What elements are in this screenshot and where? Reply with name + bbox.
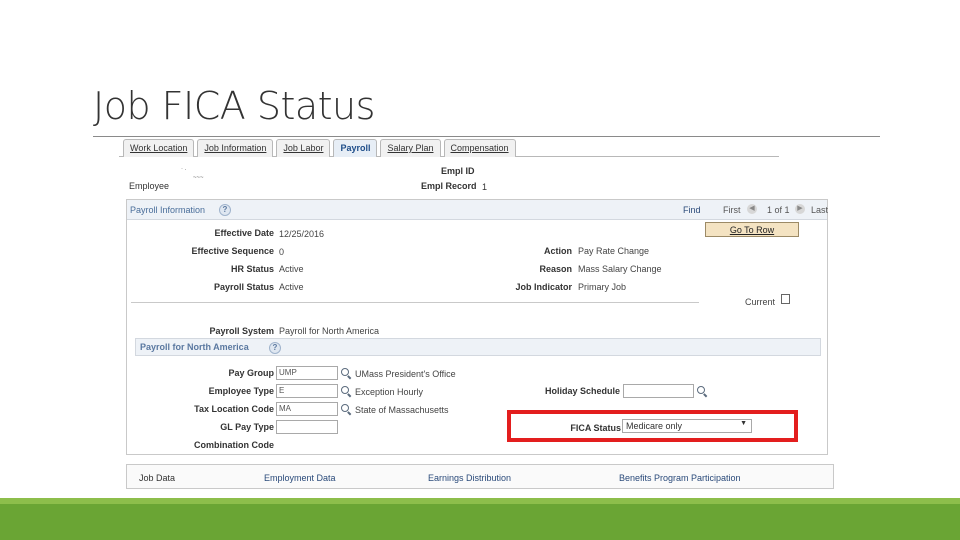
tab-bar: Work Location Job Information Job Labor … bbox=[123, 139, 519, 157]
panel-header: Payroll Information ? Find First ◀ 1 of … bbox=[127, 200, 828, 220]
peoplesoft-screenshot: Work Location Job Information Job Labor … bbox=[119, 139, 837, 492]
lookup-icon[interactable] bbox=[341, 404, 352, 415]
effective-date-label: Effective Date bbox=[214, 228, 274, 238]
first-link[interactable]: First bbox=[723, 205, 741, 215]
effective-sequence-label: Effective Sequence bbox=[191, 246, 274, 256]
bottom-band bbox=[0, 504, 960, 540]
payroll-system-label: Payroll System bbox=[209, 326, 274, 336]
emplid-label: Empl ID bbox=[441, 166, 475, 176]
holiday-schedule-input[interactable] bbox=[623, 384, 694, 398]
find-link[interactable]: Find bbox=[683, 205, 701, 215]
employee-type-label: Employee Type bbox=[208, 386, 274, 396]
holiday-schedule-label: Holiday Schedule bbox=[544, 386, 620, 396]
job-indicator-value: Primary Job bbox=[578, 282, 627, 292]
job-indicator-label: Job Indicator bbox=[515, 282, 572, 292]
divider bbox=[131, 302, 699, 303]
hr-status-value: Active bbox=[279, 264, 304, 274]
lookup-icon[interactable] bbox=[341, 368, 352, 379]
combination-code-label: Combination Code bbox=[194, 440, 274, 450]
highlight-box bbox=[507, 410, 798, 442]
pay-group-input[interactable]: UMP bbox=[276, 366, 338, 380]
panel-title: Payroll Information bbox=[130, 205, 206, 215]
button-label: Go To Row bbox=[729, 225, 775, 235]
tax-location-code-label: Tax Location Code bbox=[194, 404, 274, 414]
lookup-icon[interactable] bbox=[341, 386, 352, 397]
tab-label: Job Information bbox=[204, 143, 267, 153]
previous-arrow-icon[interactable]: ◀ bbox=[747, 204, 757, 214]
pager-text: 1 of 1 bbox=[767, 205, 790, 215]
pay-group-description: UMass President's Office bbox=[355, 369, 456, 379]
section-title: Payroll for North America bbox=[140, 342, 249, 352]
tab-salary-plan[interactable]: Salary Plan bbox=[380, 139, 441, 157]
tax-location-description: State of Massachusetts bbox=[355, 405, 449, 415]
effective-date-value: 12/25/2016 bbox=[279, 229, 325, 239]
benefits-program-participation-link[interactable]: Benefits Program Participation bbox=[619, 473, 741, 483]
pay-group-label: Pay Group bbox=[228, 368, 274, 378]
employee-type-description: Exception Hourly bbox=[355, 387, 424, 397]
tab-work-location[interactable]: Work Location bbox=[123, 139, 195, 157]
empl-record-value: 1 bbox=[482, 182, 488, 192]
redacted-mark: · . bbox=[181, 166, 187, 172]
gl-pay-type-input[interactable] bbox=[276, 420, 338, 434]
payroll-system-value: Payroll for North America bbox=[279, 326, 380, 336]
employment-data-link[interactable]: Employment Data bbox=[264, 473, 336, 483]
employee-type-input[interactable]: E bbox=[276, 384, 338, 398]
tab-label: Salary Plan bbox=[387, 143, 434, 153]
help-icon[interactable]: ? bbox=[269, 342, 281, 354]
tab-job-information[interactable]: Job Information bbox=[197, 139, 274, 157]
go-to-row-button[interactable]: Go To Row bbox=[705, 222, 799, 237]
current-label: Current bbox=[745, 297, 776, 307]
tab-label: Work Location bbox=[130, 143, 188, 153]
title-rule bbox=[93, 136, 880, 137]
tab-label: Job Labor bbox=[283, 143, 324, 153]
next-arrow-icon[interactable]: ▶ bbox=[795, 204, 805, 214]
slide-title: Job FICA Status bbox=[93, 84, 375, 128]
last-link[interactable]: Last bbox=[811, 205, 828, 215]
earnings-distribution-link[interactable]: Earnings Distribution bbox=[428, 473, 511, 483]
effective-sequence-value: 0 bbox=[279, 247, 285, 257]
reason-label: Reason bbox=[539, 264, 572, 274]
current-checkbox[interactable] bbox=[781, 294, 790, 304]
job-data-text: Job Data bbox=[139, 473, 176, 483]
employee-label: Employee bbox=[129, 181, 170, 191]
tab-job-labor[interactable]: Job Labor bbox=[276, 139, 331, 157]
hr-status-label: HR Status bbox=[230, 264, 274, 274]
redacted-mark: ~~~ bbox=[193, 175, 204, 181]
payroll-status-value: Active bbox=[279, 282, 304, 292]
action-label: Action bbox=[544, 246, 572, 256]
tax-location-code-input[interactable]: MA bbox=[276, 402, 338, 416]
lookup-icon[interactable] bbox=[697, 386, 708, 397]
payroll-for-north-america-header: Payroll for North America ? bbox=[135, 338, 821, 356]
tab-label: Payroll bbox=[340, 143, 371, 153]
footer-links-bar: Job Data Employment Data Earnings Distri… bbox=[126, 464, 834, 489]
reason-value: Mass Salary Change bbox=[578, 264, 662, 274]
empl-record-label: Empl Record bbox=[421, 181, 477, 191]
gl-pay-type-label: GL Pay Type bbox=[220, 422, 274, 432]
tab-compensation[interactable]: Compensation bbox=[443, 139, 516, 157]
action-value: Pay Rate Change bbox=[578, 246, 650, 256]
payroll-status-label: Payroll Status bbox=[213, 282, 274, 292]
tab-label: Compensation bbox=[450, 143, 509, 153]
help-icon[interactable]: ? bbox=[219, 204, 231, 216]
tab-payroll[interactable]: Payroll bbox=[333, 139, 378, 157]
